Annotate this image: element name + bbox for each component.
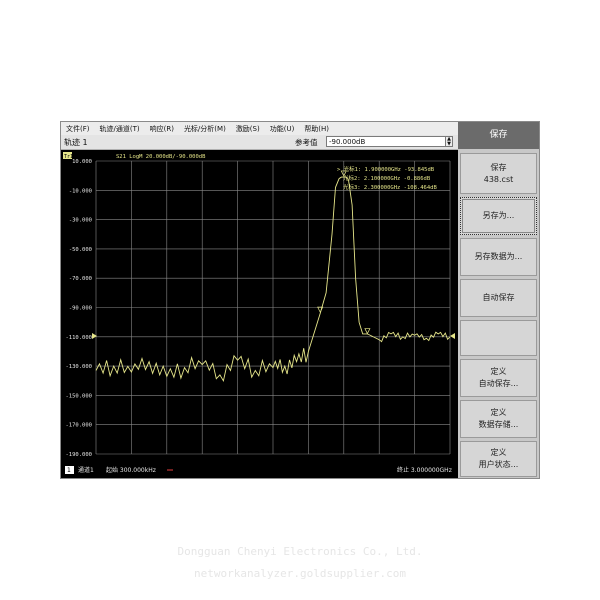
menu-trace-channel[interactable]: 轨迹/通道(T)	[95, 124, 145, 134]
y-tick-label: -150.000	[66, 393, 93, 399]
save-as-label: 另存为...	[482, 211, 515, 220]
menu-file[interactable]: 文件(F)	[61, 124, 95, 134]
save-button[interactable]: 保存 438.cst	[460, 153, 537, 194]
watermark-company: Dongguan Chenyi Electronics Co., Ltd.	[177, 545, 423, 558]
active-trace-label: 轨迹 1	[64, 138, 88, 147]
define-auto-save-label-1: 定义	[490, 367, 507, 376]
define-user-state-button[interactable]: 定义 用户状态...	[460, 441, 537, 477]
y-tick-label: -190.000	[66, 452, 93, 458]
menu-function[interactable]: 功能(U)	[265, 124, 300, 134]
define-data-storage-label-1: 定义	[490, 408, 507, 417]
save-data-as-button[interactable]: 另存数据为...	[460, 238, 537, 276]
define-user-state-label-1: 定义	[490, 448, 507, 457]
define-user-state-label-2: 用户状态...	[478, 460, 519, 469]
y-tick-label: -110.000	[66, 335, 93, 341]
entry-toolbar: 轨迹 1 参考值 -90.000dB ▲ ▼	[61, 135, 458, 150]
define-data-storage-button[interactable]: 定义 数据存储...	[460, 400, 537, 438]
menu-help[interactable]: 帮助(H)	[299, 124, 334, 134]
define-data-storage-label-2: 数据存储...	[478, 420, 519, 429]
y-tick-label: -50.000	[69, 247, 92, 253]
menu-response[interactable]: 响应(R)	[145, 124, 179, 134]
start-frequency: 起始 300.000kHz	[106, 466, 156, 474]
channel-number: 1	[67, 467, 71, 474]
softkey-panel: 保存 保存 438.cst 另存为... 另存数据为... 自动保存 定义 自动…	[458, 122, 539, 478]
define-auto-save-button[interactable]: 定义 自动保存...	[460, 359, 537, 397]
auto-save-button[interactable]: 自动保存	[460, 279, 537, 317]
save-filename: 438.cst	[483, 174, 514, 184]
save-label: 保存	[490, 162, 507, 172]
marker-triangle-icon	[364, 328, 371, 335]
auto-save-label: 自动保存	[482, 293, 515, 302]
y-tick-label: -30.000	[69, 218, 92, 224]
y-tick-label: -70.000	[69, 276, 92, 282]
menu-stimulus[interactable]: 激励(S)	[231, 124, 265, 134]
empty-softkey[interactable]	[460, 320, 537, 356]
reference-right-arrow-icon	[450, 333, 455, 339]
y-axis-ticks: 10.000 -10.000 -30.000 -50.000 -70.000 -90.00…	[66, 159, 93, 458]
reference-value-input[interactable]: -90.000dB	[326, 136, 446, 147]
plot-grid	[95, 160, 451, 455]
trace-header-label: Tr1	[64, 154, 73, 160]
network-analyzer-window: 文件(F) 轨迹/通道(T) 响应(R) 光标/分析(M) 激励(S) 功能(U…	[60, 121, 540, 479]
y-tick-label: -10.000	[69, 188, 92, 194]
y-tick-label: -130.000	[66, 364, 93, 370]
marker-readout-1: > 光标1: 1.900000GHz -93.845dB	[337, 165, 435, 173]
y-tick-label: -90.000	[69, 306, 92, 312]
save-data-as-label: 另存数据为...	[474, 252, 523, 261]
channel-label: 通道1	[78, 466, 94, 474]
y-tick-label: -170.000	[66, 423, 93, 429]
watermark-url: networkanalyzer.goldsupplier.com	[194, 567, 406, 580]
marker-triangle-icon	[317, 306, 324, 313]
stop-frequency: 终止 3.000000GHz	[397, 466, 452, 474]
measurement-display: 10.000 -10.000 -30.000 -50.000 -70.000 -90.00…	[61, 150, 458, 478]
marker-readout-3: 光标3: 2.300000GHz -108.464dB	[343, 183, 437, 191]
reference-value-spinner[interactable]: ▲ ▼	[445, 136, 453, 147]
save-as-button[interactable]: 另存为...	[460, 197, 537, 235]
trace-info: S21 LogM 20.000dB/-90.000dB	[116, 154, 206, 160]
y-tick-label: 10.000	[72, 159, 92, 165]
menu-bar: 文件(F) 轨迹/通道(T) 响应(R) 光标/分析(M) 激励(S) 功能(U…	[61, 122, 458, 135]
define-auto-save-label-2: 自动保存...	[478, 379, 519, 388]
trace-plot: 10.000 -10.000 -30.000 -50.000 -70.000 -90.00…	[63, 152, 455, 474]
softkey-menu-title: 保存	[458, 122, 539, 149]
reference-value-label: 参考值	[295, 138, 318, 147]
marker-readout-2: 光标2: 2.100000GHz -0.886dB	[343, 174, 431, 182]
menu-marker-analysis[interactable]: 光标/分析(M)	[179, 124, 231, 134]
